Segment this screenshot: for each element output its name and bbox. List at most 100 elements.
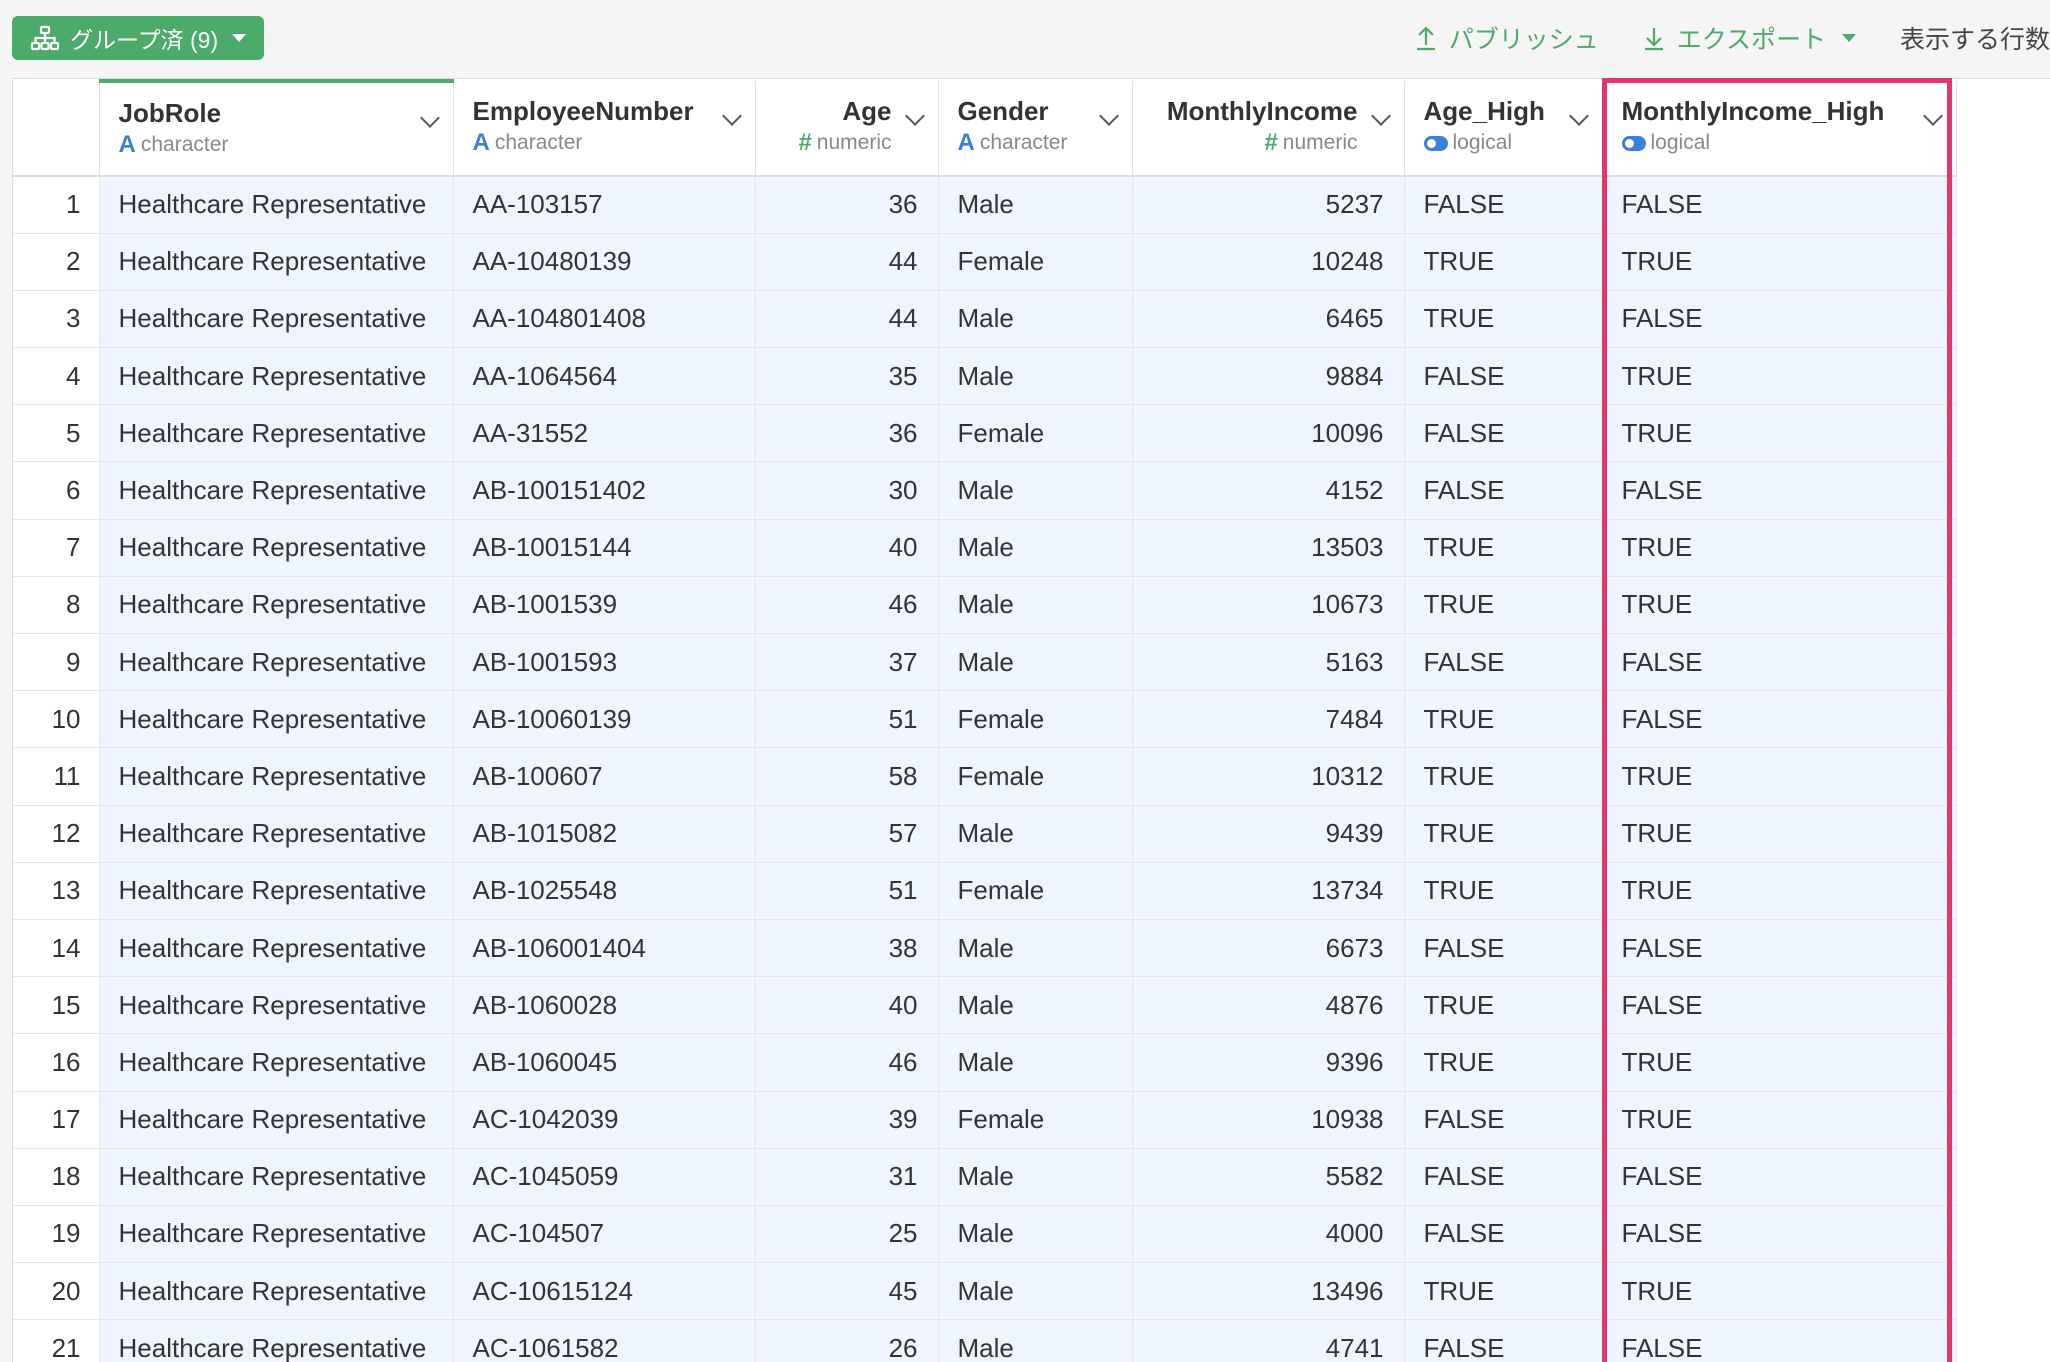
- cell-monthlyincome[interactable]: 13496: [1132, 1262, 1405, 1321]
- cell-age[interactable]: 36: [755, 176, 939, 234]
- cell-monthlyincome[interactable]: 10312: [1132, 747, 1405, 806]
- table-row[interactable]: 6 Healthcare Representative AB-100151402 30…: [13, 461, 1957, 520]
- cell-gender[interactable]: Male: [938, 290, 1133, 349]
- cell-age[interactable]: 40: [755, 976, 939, 1035]
- cell-age[interactable]: 44: [755, 233, 939, 291]
- cell-gender[interactable]: Female: [938, 862, 1133, 920]
- cell-jobrole[interactable]: Healthcare Representative: [99, 976, 454, 1035]
- export-button[interactable]: エクスポート: [1643, 20, 1856, 56]
- cell-gender[interactable]: Female: [938, 1091, 1133, 1149]
- cell-jobrole[interactable]: Healthcare Representative: [99, 1033, 454, 1092]
- table-row[interactable]: 19 Healthcare Representative AC-104507 25 Ma…: [13, 1205, 1957, 1264]
- cell-jobrole[interactable]: Healthcare Representative: [99, 347, 454, 406]
- table-row[interactable]: 14 Healthcare Representative AB-106001404 3…: [13, 919, 1957, 978]
- cell-age[interactable]: 46: [755, 1033, 939, 1092]
- cell-monthlyincome-high[interactable]: FALSE: [1602, 976, 1957, 1035]
- cell-gender[interactable]: Female: [938, 690, 1133, 749]
- cell-gender[interactable]: Male: [938, 461, 1133, 520]
- table-row[interactable]: 2 Healthcare Representative AA-10480139 44 F…: [13, 233, 1957, 291]
- cell-jobrole[interactable]: Healthcare Representative: [99, 1262, 454, 1321]
- table-row[interactable]: 7 Healthcare Representative AB-10015144 40 M…: [13, 519, 1957, 577]
- cell-monthlyincome-high[interactable]: FALSE: [1602, 461, 1957, 520]
- table-row[interactable]: 21 Healthcare Representative AC-1061582 26 M…: [13, 1319, 1957, 1362]
- cell-age[interactable]: 58: [755, 747, 939, 806]
- cell-employeenumber[interactable]: AB-1001539: [453, 576, 756, 635]
- cell-employeenumber[interactable]: AA-31552: [453, 404, 756, 463]
- cell-age-high[interactable]: TRUE: [1404, 519, 1603, 577]
- cell-age-high[interactable]: TRUE: [1404, 1262, 1603, 1321]
- cell-age-high[interactable]: TRUE: [1404, 690, 1603, 749]
- cell-age[interactable]: 39: [755, 1091, 939, 1149]
- cell-gender[interactable]: Male: [938, 976, 1133, 1035]
- cell-employeenumber[interactable]: AB-100607: [453, 747, 756, 806]
- cell-age-high[interactable]: FALSE: [1404, 176, 1603, 234]
- cell-employeenumber[interactable]: AB-1025548: [453, 862, 756, 920]
- table-row[interactable]: 20 Healthcare Representative AC-10615124 45…: [13, 1262, 1957, 1321]
- cell-age-high[interactable]: TRUE: [1404, 1033, 1603, 1092]
- cell-jobrole[interactable]: Healthcare Representative: [99, 1091, 454, 1149]
- rows-to-display-button[interactable]: 表示する行数: [1900, 20, 2050, 56]
- cell-age[interactable]: 31: [755, 1148, 939, 1206]
- cell-employeenumber[interactable]: AB-1060028: [453, 976, 756, 1035]
- cell-jobrole[interactable]: Healthcare Representative: [99, 576, 454, 635]
- cell-gender[interactable]: Female: [938, 233, 1133, 291]
- cell-gender[interactable]: Male: [938, 1319, 1133, 1362]
- cell-monthlyincome-high[interactable]: TRUE: [1602, 1033, 1957, 1092]
- cell-jobrole[interactable]: Healthcare Representative: [99, 233, 454, 291]
- cell-age-high[interactable]: TRUE: [1404, 233, 1603, 291]
- column-header-monthlyincome[interactable]: MonthlyIncome # numeric: [1132, 81, 1405, 177]
- cell-age-high[interactable]: TRUE: [1404, 747, 1603, 806]
- cell-jobrole[interactable]: Healthcare Representative: [99, 633, 454, 692]
- cell-employeenumber[interactable]: AA-104801408: [453, 290, 756, 349]
- cell-monthlyincome-high[interactable]: FALSE: [1602, 690, 1957, 749]
- cell-employeenumber[interactable]: AB-1001593: [453, 633, 756, 692]
- cell-monthlyincome-high[interactable]: FALSE: [1602, 290, 1957, 349]
- table-row[interactable]: 10 Healthcare Representative AB-10060139 51…: [13, 690, 1957, 749]
- cell-monthlyincome[interactable]: 4741: [1132, 1319, 1405, 1362]
- cell-monthlyincome[interactable]: 10096: [1132, 404, 1405, 463]
- cell-gender[interactable]: Male: [938, 633, 1133, 692]
- cell-gender[interactable]: Female: [938, 404, 1133, 463]
- cell-jobrole[interactable]: Healthcare Representative: [99, 519, 454, 577]
- cell-gender[interactable]: Male: [938, 1262, 1133, 1321]
- cell-monthlyincome-high[interactable]: TRUE: [1602, 347, 1957, 406]
- cell-monthlyincome-high[interactable]: TRUE: [1602, 233, 1957, 291]
- cell-employeenumber[interactable]: AA-10480139: [453, 233, 756, 291]
- cell-jobrole[interactable]: Healthcare Representative: [99, 690, 454, 749]
- cell-age-high[interactable]: FALSE: [1404, 347, 1603, 406]
- cell-gender[interactable]: Male: [938, 1033, 1133, 1092]
- cell-monthlyincome-high[interactable]: FALSE: [1602, 1205, 1957, 1264]
- cell-monthlyincome[interactable]: 10938: [1132, 1091, 1405, 1149]
- cell-jobrole[interactable]: Healthcare Representative: [99, 290, 454, 349]
- cell-monthlyincome[interactable]: 10673: [1132, 576, 1405, 635]
- table-row[interactable]: 11 Healthcare Representative AB-100607 58 Fe…: [13, 747, 1957, 806]
- cell-gender[interactable]: Male: [938, 1148, 1133, 1206]
- cell-jobrole[interactable]: Healthcare Representative: [99, 1148, 454, 1206]
- cell-gender[interactable]: Male: [938, 347, 1133, 406]
- cell-monthlyincome-high[interactable]: FALSE: [1602, 1319, 1957, 1362]
- cell-monthlyincome[interactable]: 5237: [1132, 176, 1405, 234]
- publish-button[interactable]: パブリッシュ: [1415, 20, 1599, 56]
- cell-monthlyincome[interactable]: 9884: [1132, 347, 1405, 406]
- cell-employeenumber[interactable]: AC-1061582: [453, 1319, 756, 1362]
- column-header-monthlyincome-high[interactable]: MonthlyIncome_High logical: [1602, 81, 1957, 177]
- cell-age-high[interactable]: FALSE: [1404, 1205, 1603, 1264]
- cell-age[interactable]: 45: [755, 1262, 939, 1321]
- cell-gender[interactable]: Male: [938, 805, 1133, 863]
- cell-jobrole[interactable]: Healthcare Representative: [99, 805, 454, 863]
- cell-monthlyincome[interactable]: 4876: [1132, 976, 1405, 1035]
- cell-employeenumber[interactable]: AB-10060139: [453, 690, 756, 749]
- cell-monthlyincome-high[interactable]: TRUE: [1602, 747, 1957, 806]
- cell-age-high[interactable]: FALSE: [1404, 404, 1603, 463]
- table-row[interactable]: 4 Healthcare Representative AA-1064564 35 Ma…: [13, 347, 1957, 406]
- cell-gender[interactable]: Male: [938, 519, 1133, 577]
- cell-monthlyincome[interactable]: 13734: [1132, 862, 1405, 920]
- cell-age[interactable]: 26: [755, 1319, 939, 1362]
- cell-monthlyincome[interactable]: 9396: [1132, 1033, 1405, 1092]
- cell-monthlyincome-high[interactable]: FALSE: [1602, 633, 1957, 692]
- table-row[interactable]: 9 Healthcare Representative AB-1001593 37 Ma…: [13, 633, 1957, 692]
- cell-monthlyincome[interactable]: 6673: [1132, 919, 1405, 978]
- cell-monthlyincome-high[interactable]: TRUE: [1602, 1262, 1957, 1321]
- cell-monthlyincome-high[interactable]: TRUE: [1602, 1091, 1957, 1149]
- cell-monthlyincome-high[interactable]: FALSE: [1602, 919, 1957, 978]
